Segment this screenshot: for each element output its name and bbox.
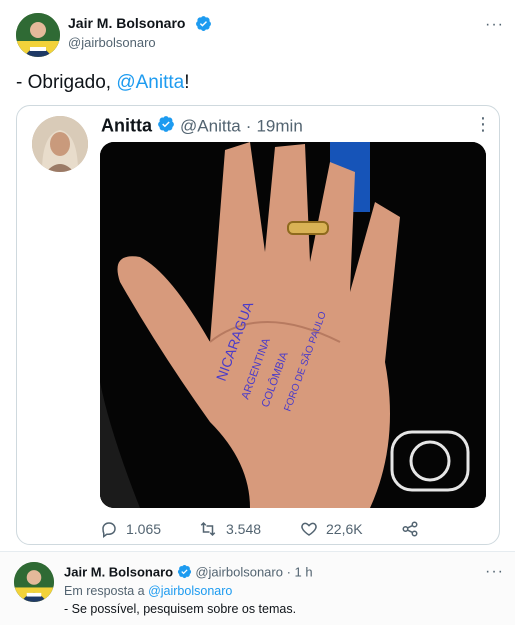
- like-icon: [301, 522, 317, 536]
- verified-badge-icon: [177, 564, 192, 582]
- tweet-actions-bar: 1.065 3.548 22,6K: [100, 520, 490, 540]
- quoted-author-handle[interactable]: @Anitta: [180, 116, 241, 135]
- quoted-separator: ·: [245, 116, 252, 136]
- retweet-icon: [200, 521, 216, 537]
- quoted-author-line: Anitta @Anitta · 19min: [101, 115, 303, 138]
- in-reply-to: Em resposta a @jairbolsonaro: [64, 584, 232, 598]
- quoted-time[interactable]: 19min: [256, 116, 302, 135]
- share-icon: [402, 521, 418, 537]
- verified-badge-icon: [195, 15, 212, 37]
- quoted-more-icon[interactable]: ⋮: [474, 114, 493, 135]
- tweet-mention-link[interactable]: @Anitta: [116, 72, 184, 93]
- in-reply-handle-link[interactable]: @jairbolsonaro: [148, 584, 232, 598]
- tweet-text-prefix: - Obrigado,: [16, 72, 117, 93]
- reply-author-handle[interactable]: @jairbolsonaro: [195, 564, 283, 579]
- reply-more-icon[interactable]: ···: [485, 563, 504, 581]
- like-count: 22,6K: [326, 521, 363, 537]
- reply-icon: [102, 522, 116, 538]
- reply-action[interactable]: 1.065: [100, 520, 161, 538]
- share-action[interactable]: [400, 520, 420, 538]
- reply-header: Jair M. Bolsonaro @jairbolsonaro · 1 h: [64, 564, 313, 582]
- more-icon[interactable]: ···: [485, 16, 504, 34]
- retweet-count: 3.548: [226, 521, 262, 537]
- quoted-media-photo[interactable]: NICARAGUA ARGENTINA COLÔMBIA FORO DE SÃO…: [100, 142, 486, 508]
- retweet-action[interactable]: 3.548: [198, 520, 261, 538]
- author-handle[interactable]: @jairbolsonaro: [68, 35, 156, 50]
- reply-count: 1.065: [126, 521, 162, 537]
- author-name[interactable]: Jair M. Bolsonaro: [68, 15, 185, 31]
- reply-text: - Se possível, pesquisem sobre os temas.: [64, 602, 297, 616]
- tweet-text: - Obrigado, @Anitta!: [16, 72, 189, 94]
- quoted-author-avatar[interactable]: [32, 116, 88, 172]
- reply-author-avatar[interactable]: [14, 562, 54, 602]
- reply-time[interactable]: · 1 h: [287, 564, 313, 579]
- like-action[interactable]: 22,6K: [300, 520, 363, 538]
- quoted-author-name[interactable]: Anitta: [101, 115, 152, 135]
- in-reply-prefix: Em resposta a: [64, 584, 149, 598]
- tweet-text-suffix: !: [184, 72, 190, 93]
- author-avatar[interactable]: [16, 13, 60, 57]
- verified-badge-icon: [157, 115, 175, 138]
- reply-author-name[interactable]: Jair M. Bolsonaro: [64, 564, 173, 579]
